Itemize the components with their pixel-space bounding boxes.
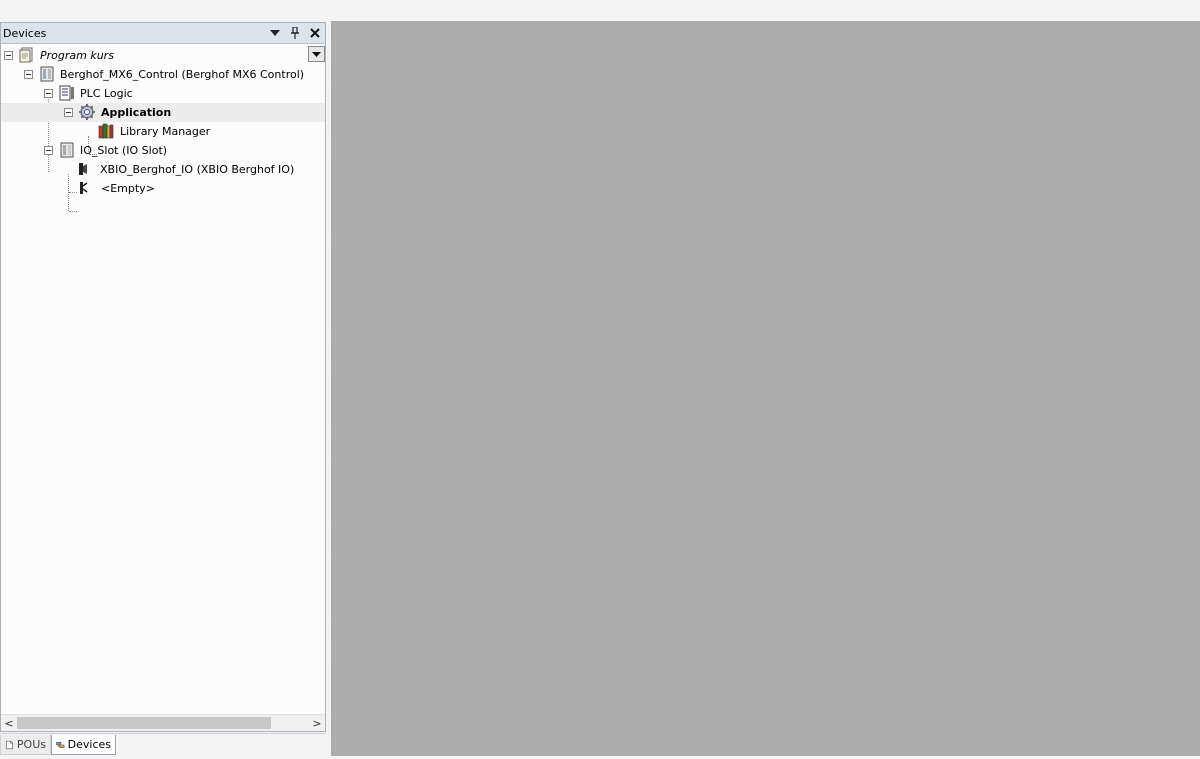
io-slot-icon: [60, 142, 74, 158]
tree-item-label: IO_Slot (IO Slot): [80, 144, 168, 157]
tree-item-label: PLC Logic: [80, 87, 133, 100]
close-icon: [310, 28, 320, 38]
io-module-icon: [79, 163, 87, 175]
panel-tabbar: POUs Devices: [0, 733, 326, 759]
devices-panel: Devices Program kurs Berghof_MX6_Control…: [0, 22, 326, 732]
application-gear-icon: [79, 104, 95, 120]
panel-pin-button[interactable]: [287, 25, 303, 41]
devices-icon: [56, 741, 65, 748]
pous-icon: [5, 740, 13, 749]
chevron-down-icon: [270, 30, 280, 36]
tree-dropdown-button[interactable]: [308, 46, 325, 62]
tab-devices[interactable]: Devices: [51, 735, 116, 755]
tree-connector: [69, 211, 77, 212]
empty-slot-icon: [80, 182, 88, 194]
tree-item-label: Program kurs: [40, 49, 114, 62]
tab-label: Devices: [67, 738, 111, 751]
tree-item-label: XBIO_Berghof_IO (XBIO Berghof IO): [100, 163, 295, 176]
device-tree: Program kurs Berghof_MX6_Control (Bergho…: [1, 44, 325, 716]
scroll-thumb[interactable]: [17, 717, 271, 729]
collapse-toggle[interactable]: [4, 51, 13, 60]
tree-item-application[interactable]: Application: [1, 103, 325, 122]
library-manager-icon: [98, 123, 114, 139]
tree-item-label: <Empty>: [101, 182, 155, 195]
collapse-toggle[interactable]: [44, 146, 53, 155]
panel-menu-button[interactable]: [267, 25, 283, 41]
scroll-right-button[interactable]: >: [309, 715, 325, 731]
collapse-toggle[interactable]: [64, 108, 73, 117]
collapse-toggle[interactable]: [44, 89, 53, 98]
panel-close-button[interactable]: [307, 25, 323, 41]
project-icon: [19, 47, 33, 63]
tab-pous[interactable]: POUs: [0, 735, 51, 755]
tree-item-label: Library Manager: [120, 125, 211, 138]
tab-label: POUs: [16, 738, 46, 751]
editor-area: [331, 21, 1200, 756]
pin-icon: [291, 27, 299, 39]
tree-connector: [69, 192, 77, 193]
top-strip: [0, 0, 1200, 21]
chevron-down-icon: [312, 51, 321, 57]
plc-logic-icon: [59, 85, 74, 101]
tree-item-label: Berghof_MX6_Control (Berghof MX6 Control…: [60, 68, 305, 81]
tree-item-label: Application: [101, 106, 172, 119]
collapse-toggle[interactable]: [24, 70, 33, 79]
device-icon: [40, 66, 54, 82]
panel-header: Devices: [1, 23, 325, 44]
horizontal-scrollbar[interactable]: < >: [1, 714, 325, 731]
scroll-left-button[interactable]: <: [1, 715, 17, 731]
panel-title: Devices: [3, 26, 47, 40]
